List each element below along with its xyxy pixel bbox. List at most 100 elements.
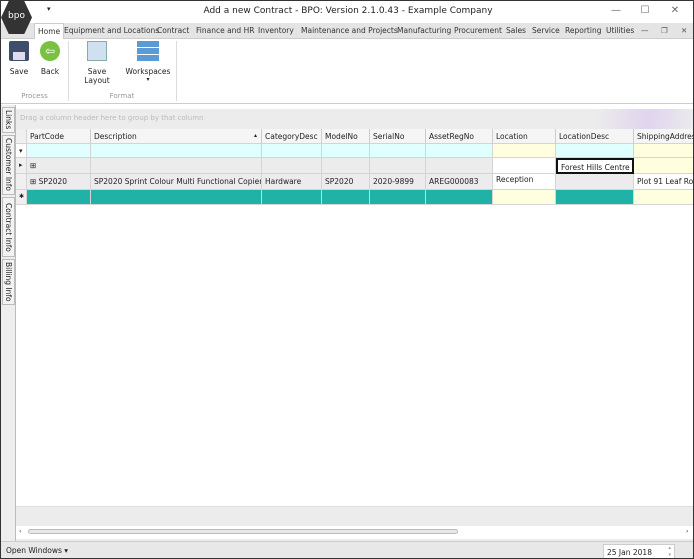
tab-procurement[interactable]: Procurement xyxy=(454,26,502,35)
new-row-cell[interactable] xyxy=(322,190,370,205)
cell-shippingaddress[interactable] xyxy=(634,158,693,174)
logo-text: bpo xyxy=(8,11,25,21)
filter-cell[interactable] xyxy=(370,144,426,158)
cell-partcode[interactable]: ⊞ SP2020 xyxy=(27,174,91,190)
filter-cell[interactable] xyxy=(322,144,370,158)
tab-service[interactable]: Service xyxy=(532,26,560,35)
filter-cell[interactable] xyxy=(262,144,322,158)
save-layout-button[interactable]: Save Layout xyxy=(74,41,120,85)
application-window: bpo ▾ Add a new Contract - BPO: Version … xyxy=(0,0,694,559)
new-row-cell[interactable] xyxy=(493,190,556,205)
date-value: 25 Jan 2018 xyxy=(607,548,652,557)
tab-sales[interactable]: Sales xyxy=(506,26,526,35)
tab-finance-and-hr[interactable]: Finance and HR xyxy=(196,26,254,35)
cell-modelno[interactable] xyxy=(322,158,370,174)
column-header-locationdesc[interactable]: LocationDesc xyxy=(556,129,634,144)
cell-locationdesc[interactable]: Forest Hills Centre xyxy=(556,158,634,174)
filter-cell[interactable] xyxy=(91,144,262,158)
tab-manufacturing[interactable]: Manufacturing xyxy=(397,26,451,35)
save-label: Save xyxy=(9,67,29,76)
tab-contract[interactable]: Contract xyxy=(157,26,189,35)
date-field[interactable]: 25 Jan 2018 ▴ ▾ xyxy=(603,544,675,558)
new-row-cell[interactable] xyxy=(27,190,91,205)
new-row-cell[interactable] xyxy=(426,190,493,205)
group-label-format: Format xyxy=(109,92,135,100)
column-header-modelno[interactable]: ModelNo xyxy=(322,129,370,144)
new-row-cell[interactable] xyxy=(370,190,426,205)
expand-row-icon[interactable]: ⊞ xyxy=(30,161,36,170)
side-tab-contract-info[interactable]: Contract Info xyxy=(2,197,15,257)
side-tab-customer-info[interactable]: Customer Info xyxy=(2,135,15,195)
maximize-icon[interactable]: ☐ xyxy=(635,5,655,16)
cell-partcode[interactable]: ⊞ xyxy=(27,158,91,174)
column-header-categorydesc[interactable]: CategoryDesc xyxy=(262,129,322,144)
tab-reporting[interactable]: Reporting xyxy=(565,26,601,35)
scroll-left-icon[interactable]: ‹ xyxy=(19,528,21,535)
cell-serialno[interactable] xyxy=(370,158,426,174)
new-row-cell[interactable] xyxy=(262,190,322,205)
cell-location[interactable] xyxy=(493,158,556,174)
cell-location[interactable]: Reception xyxy=(493,174,556,190)
workspaces-button[interactable]: Workspaces ▾ xyxy=(125,41,171,83)
filter-cell[interactable] xyxy=(426,144,493,158)
tab-inventory[interactable]: Inventory xyxy=(258,26,294,35)
side-tab-billing-info[interactable]: Billing Info xyxy=(2,259,15,305)
row-indicator[interactable] xyxy=(16,174,27,190)
new-row-cell[interactable] xyxy=(634,190,693,205)
filter-cell[interactable] xyxy=(634,144,693,158)
column-header-location[interactable]: Location xyxy=(493,129,556,144)
column-header-partcode[interactable]: PartCode xyxy=(27,129,91,144)
filter-cell[interactable] xyxy=(556,144,634,158)
column-header-shippingaddress[interactable]: ShippingAddress xyxy=(634,129,693,144)
back-button[interactable]: ⇦ Back xyxy=(37,41,63,76)
cell-modelno[interactable]: SP2020 xyxy=(322,174,370,190)
new-row-indicator[interactable]: ✱ xyxy=(16,190,27,205)
column-header-description[interactable]: Description ▴ xyxy=(91,129,262,144)
group-by-panel[interactable]: Drag a column header here to group by th… xyxy=(16,109,693,129)
row-indicator[interactable]: ▸ xyxy=(16,158,27,174)
tab-utilities[interactable]: Utilities xyxy=(606,26,634,35)
workspaces-label: Workspaces xyxy=(125,67,171,76)
dropdown-arrow-icon: ▾ xyxy=(146,76,150,83)
cell-categorydesc[interactable] xyxy=(262,158,322,174)
save-button[interactable]: Save xyxy=(7,41,31,76)
scroll-right-icon[interactable]: › xyxy=(686,528,688,535)
filter-cell[interactable] xyxy=(493,144,556,158)
side-tab-links[interactable]: Links xyxy=(2,107,15,133)
cell-serialno[interactable]: 2020-9899 xyxy=(370,174,426,190)
cell-shippingaddress[interactable]: Plot 91 Leaf Road xyxy=(634,174,693,190)
tab-home[interactable]: Home xyxy=(34,23,65,39)
scroll-thumb[interactable] xyxy=(28,529,458,534)
cell-assetregno[interactable] xyxy=(426,158,493,174)
filter-cell[interactable] xyxy=(27,144,91,158)
filter-icon[interactable]: ▾ xyxy=(16,144,27,158)
new-row-cell[interactable] xyxy=(556,190,634,205)
back-arrow-icon: ⇦ xyxy=(40,41,60,61)
expand-row-icon[interactable]: ⊞ xyxy=(30,177,39,186)
data-grid: Drag a column header here to group by th… xyxy=(16,105,693,541)
workspaces-grid-icon xyxy=(137,41,159,61)
new-row-cell[interactable] xyxy=(91,190,262,205)
tab-maintenance-and-projects[interactable]: Maintenance and Projects xyxy=(301,26,398,35)
grid-header-row: PartCode Description ▴ CategoryDesc ModelNo S… xyxy=(16,129,693,144)
column-header-assetregno[interactable]: AssetRegNo xyxy=(426,129,493,144)
date-spinner-icon[interactable]: ▴ ▾ xyxy=(668,545,671,558)
mdi-restore-icon[interactable]: ❐ xyxy=(661,26,668,35)
header-corner[interactable] xyxy=(16,129,27,144)
mdi-close-icon[interactable]: ✕ xyxy=(681,26,687,35)
group-separator xyxy=(176,41,177,101)
horizontal-scrollbar[interactable]: ‹ › xyxy=(16,526,693,539)
close-icon[interactable]: ✕ xyxy=(665,5,685,16)
column-header-serialno[interactable]: SerialNo xyxy=(370,129,426,144)
status-bar: Open Windows ▾ 25 Jan 2018 ▴ ▾ xyxy=(1,541,693,558)
cell-locationdesc[interactable] xyxy=(556,174,634,190)
group-label-process: Process xyxy=(21,92,48,100)
cell-description[interactable] xyxy=(91,158,262,174)
mdi-minimize-icon[interactable]: — xyxy=(641,26,649,35)
tab-equipment-and-locations[interactable]: Equipment and Locations xyxy=(64,26,159,35)
cell-assetregno[interactable]: AREG000083 xyxy=(426,174,493,190)
open-windows-button[interactable]: Open Windows ▾ xyxy=(6,546,68,555)
cell-description[interactable]: SP2020 Sprint Colour Multi Functional Co… xyxy=(91,174,262,190)
minimize-icon[interactable]: — xyxy=(606,5,626,16)
cell-categorydesc[interactable]: Hardware xyxy=(262,174,322,190)
